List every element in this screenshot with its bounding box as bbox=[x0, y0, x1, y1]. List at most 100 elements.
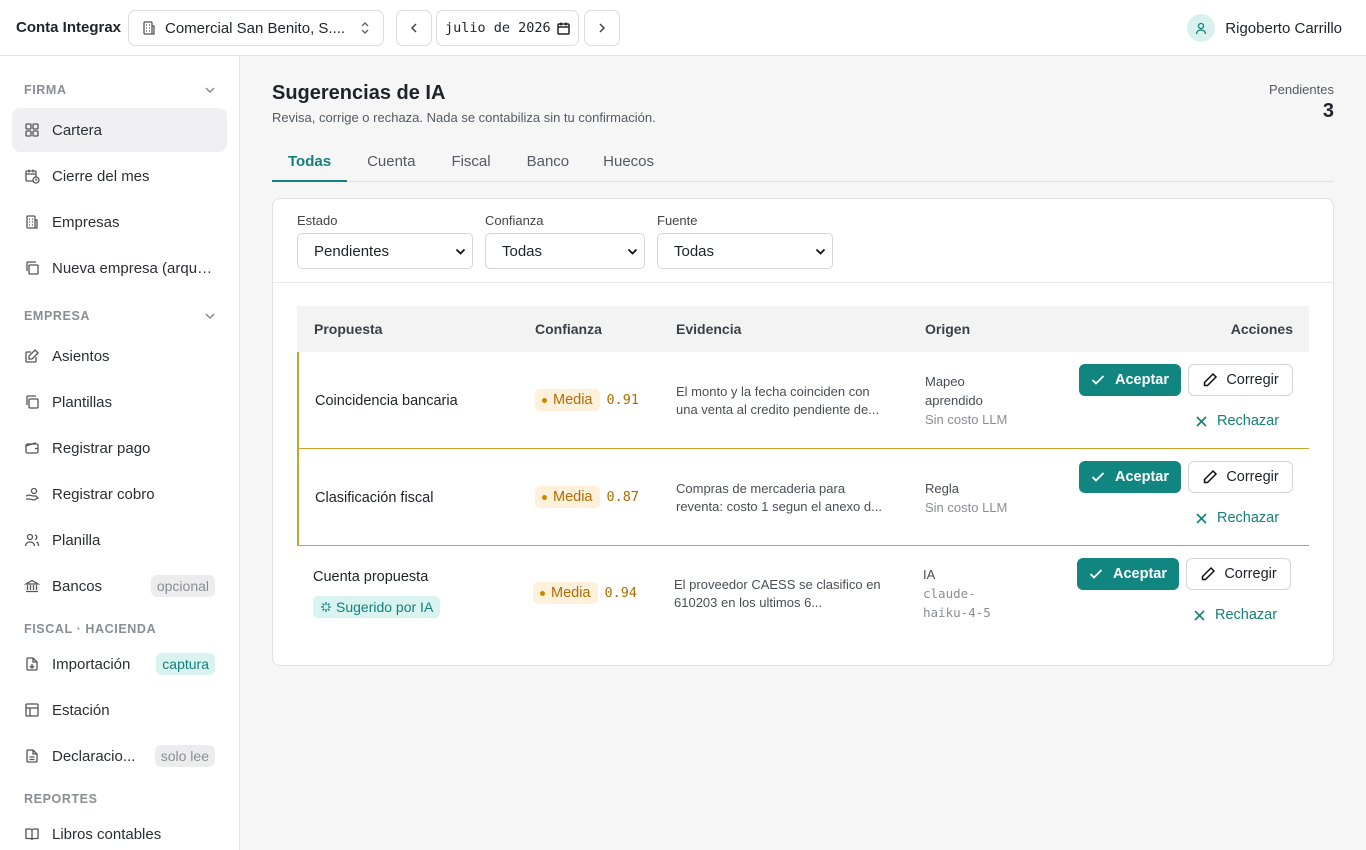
prev-month-button[interactable] bbox=[396, 10, 432, 46]
accept-label: Aceptar bbox=[1115, 469, 1169, 485]
accept-button[interactable]: Aceptar bbox=[1079, 364, 1181, 396]
reject-button[interactable]: Rechazar bbox=[1196, 409, 1279, 433]
filter-label: Fuente bbox=[657, 213, 698, 228]
evidence-line: Compras de mercaderia para bbox=[676, 481, 846, 496]
select-value: Pendientes bbox=[314, 242, 390, 260]
sidebar-item-declaraciones[interactable]: Declaracio... solo lee bbox=[12, 734, 227, 778]
col-origen: Origen bbox=[925, 321, 971, 337]
sidebar-item-libros[interactable]: Libros contables bbox=[12, 812, 227, 850]
tab-banco[interactable]: Banco bbox=[509, 146, 588, 182]
evidence-text: El proveedor CAESS se clasifico en 61020… bbox=[674, 576, 896, 612]
origin-cell: Mapeo aprendido Sin costo LLM bbox=[925, 372, 1007, 429]
sidebar-item-nueva-empresa[interactable]: Nueva empresa (arque... bbox=[12, 246, 227, 290]
correct-label: Corregir bbox=[1224, 566, 1277, 582]
calendar-icon[interactable] bbox=[557, 22, 570, 35]
table-header: Propuesta Confianza Evidencia Origen Acc… bbox=[297, 306, 1309, 352]
ai-suggestion-badge: Sugerido por IA bbox=[313, 596, 441, 618]
wallet-icon bbox=[24, 440, 40, 456]
chevron-left-icon bbox=[409, 22, 419, 34]
tab-todas[interactable]: Todas bbox=[272, 146, 348, 182]
confianza-select[interactable]: Todas bbox=[485, 233, 645, 269]
sidebar-item-cartera[interactable]: Cartera bbox=[12, 108, 227, 152]
sidebar-item-importacion[interactable]: Importación captura bbox=[12, 642, 227, 686]
sidebar-item-label: Estación bbox=[52, 701, 110, 719]
sidebar-item-label: Bancos bbox=[52, 577, 103, 595]
sidebar-item-empresas[interactable]: Empresas bbox=[12, 200, 227, 244]
sidebar-item-planilla[interactable]: Planilla bbox=[12, 518, 227, 562]
sidebar: FIRMA Cartera Cierre del mes Empresas Nu… bbox=[0, 56, 240, 850]
estado-select[interactable]: Pendientes bbox=[297, 233, 473, 269]
section-header-firma[interactable]: FIRMA bbox=[24, 83, 216, 97]
filter-label: Estado bbox=[297, 213, 338, 228]
tab-huecos[interactable]: Huecos bbox=[587, 146, 670, 182]
file-text-icon bbox=[24, 748, 40, 764]
evidence-text: El monto y la fecha coinciden con una ve… bbox=[676, 383, 898, 419]
chevron-down-icon bbox=[204, 312, 216, 320]
optional-badge: opcional bbox=[150, 575, 215, 597]
month-input[interactable]: julio de 2026 bbox=[436, 10, 579, 46]
check-icon bbox=[1091, 471, 1105, 483]
file-import-icon bbox=[24, 656, 40, 672]
close-icon bbox=[1196, 512, 1207, 524]
sidebar-item-plantillas[interactable]: Plantillas bbox=[12, 380, 227, 424]
sidebar-item-label: Libros contables bbox=[52, 825, 162, 843]
origin-type: Mapeo bbox=[925, 374, 965, 389]
pending-label: Pendientes bbox=[1268, 82, 1334, 97]
chevron-down-icon bbox=[627, 248, 638, 255]
correct-button[interactable]: Corregir bbox=[1186, 558, 1291, 590]
close-icon bbox=[1194, 609, 1205, 621]
table-row: Cuenta propuesta Sugerido por IA Media 0… bbox=[297, 546, 1309, 643]
confidence-score: 0.91 bbox=[606, 392, 640, 408]
user-name: Rigoberto Carrillo bbox=[1225, 19, 1342, 37]
section-header-empresa[interactable]: EMPRESA bbox=[24, 309, 216, 323]
building-icon bbox=[141, 20, 157, 36]
reject-button[interactable]: Rechazar bbox=[1194, 603, 1277, 627]
fuente-select[interactable]: Todas bbox=[657, 233, 833, 269]
section-header-fiscal: FISCAL · HACIENDA bbox=[24, 622, 216, 636]
sidebar-item-label: Asientos bbox=[52, 347, 110, 365]
accept-button[interactable]: Aceptar bbox=[1077, 558, 1179, 590]
reject-button[interactable]: Rechazar bbox=[1196, 506, 1279, 530]
origin-type: Regla bbox=[925, 481, 959, 496]
sidebar-item-registrar-pago[interactable]: Registrar pago bbox=[12, 426, 227, 470]
close-icon bbox=[1196, 415, 1207, 427]
page-subtitle: Revisa, corrige o rechaza. Nada se conta… bbox=[272, 110, 656, 125]
next-month-button[interactable] bbox=[584, 10, 620, 46]
chevron-down-icon bbox=[815, 248, 826, 255]
sidebar-item-estacion[interactable]: Estación bbox=[12, 688, 227, 732]
sidebar-item-asientos[interactable]: Asientos bbox=[12, 334, 227, 378]
sidebar-item-bancos[interactable]: Bancos opcional bbox=[12, 564, 227, 608]
pencil-icon bbox=[1202, 469, 1218, 485]
evidence-line: una venta al credito pendiente de... bbox=[676, 402, 880, 417]
accept-button[interactable]: Aceptar bbox=[1079, 461, 1181, 493]
month-value: julio de 2026 bbox=[445, 20, 551, 36]
book-icon bbox=[24, 826, 40, 842]
sidebar-item-label: Registrar cobro bbox=[52, 485, 155, 503]
col-propuesta: Propuesta bbox=[314, 321, 383, 337]
correct-button[interactable]: Corregir bbox=[1188, 364, 1293, 396]
pending-count: 3 bbox=[1322, 100, 1334, 122]
user-menu[interactable]: Rigoberto Carrillo bbox=[1187, 14, 1342, 42]
sidebar-item-label: Registrar pago bbox=[52, 439, 151, 457]
suggestions-table: Propuesta Confianza Evidencia Origen Acc… bbox=[297, 306, 1309, 643]
correct-button[interactable]: Corregir bbox=[1188, 461, 1293, 493]
chevron-down-icon bbox=[455, 248, 466, 255]
origin-cell: IA claude- haiku-4-5 bbox=[923, 565, 991, 622]
page-title: Sugerencias de IA bbox=[272, 82, 446, 104]
origin-model: haiku-4-5 bbox=[923, 605, 991, 620]
origin-type: aprendido bbox=[925, 393, 983, 408]
col-evidencia: Evidencia bbox=[676, 321, 742, 337]
tab-fiscal[interactable]: Fiscal bbox=[435, 146, 508, 182]
company-selector[interactable]: Comercial San Benito, S.... bbox=[128, 10, 384, 46]
tab-cuenta[interactable]: Cuenta bbox=[347, 146, 435, 182]
reject-label: Rechazar bbox=[1215, 607, 1278, 623]
section-header-reportes: REPORTES bbox=[24, 792, 216, 806]
check-icon bbox=[1091, 374, 1105, 386]
reject-label: Rechazar bbox=[1217, 510, 1280, 526]
grid-icon bbox=[24, 122, 40, 138]
sidebar-item-registrar-cobro[interactable]: Registrar cobro bbox=[12, 472, 227, 516]
sidebar-item-cierre[interactable]: Cierre del mes bbox=[12, 154, 227, 198]
section-title: REPORTES bbox=[24, 792, 98, 806]
table-row: Coincidencia bancaria Media 0.91 El mont… bbox=[297, 352, 1309, 449]
top-bar: Conta Integrax Comercial San Benito, S..… bbox=[0, 0, 1366, 56]
